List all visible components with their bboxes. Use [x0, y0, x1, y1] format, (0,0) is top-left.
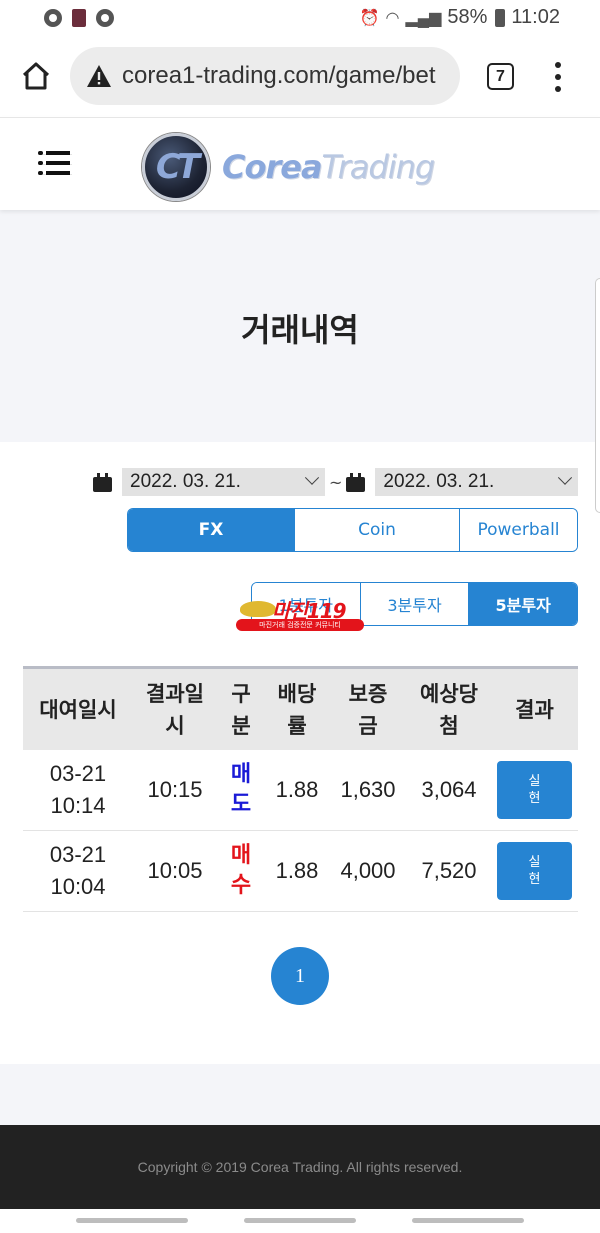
warning-icon[interactable] [86, 64, 112, 88]
rent-datetime: 03-21 10:04 [23, 839, 133, 903]
address-bar[interactable]: corea1-trading.com/game/bet [70, 47, 460, 105]
chevron-down-icon [304, 470, 320, 485]
logo-text-bold: Corea [222, 148, 323, 186]
col-rent-time: 대여일시 [39, 697, 117, 722]
site-footer: Copyright © 2019 Corea Trading. All righ… [0, 1125, 600, 1209]
calendar-icon [346, 472, 366, 492]
start-date-select[interactable]: 2022. 03. 21. [122, 468, 325, 496]
site-logo[interactable]: CT CoreaTrading [142, 133, 436, 201]
tab-coin[interactable]: Coin [294, 509, 459, 551]
rent-time: 10:04 [50, 874, 106, 899]
browser-toolbar: corea1-trading.com/game/bet 7 [0, 38, 600, 116]
end-date-value: 2022. 03. 21. [383, 471, 495, 492]
col-deposit: 보증 금 [348, 681, 388, 738]
trade-history-table: 대여일시 결과일 시 구 분 배당 률 보증 금 예상당 첨 결과 03-21 … [23, 666, 578, 912]
date-separator: ~ [329, 472, 343, 492]
status-bar: ⏰ ◠ ▂▄▆ 58% 11:02 [0, 0, 600, 38]
end-date-select[interactable]: 2022. 03. 21. [375, 468, 579, 496]
tab-fx[interactable]: FX [128, 509, 294, 551]
result-button[interactable]: 실 현 [497, 842, 572, 900]
aperture-icon [44, 9, 62, 27]
col-rate: 배당 률 [277, 681, 317, 738]
deposit: 4,000 [340, 858, 396, 883]
rate: 1.88 [275, 858, 319, 883]
alarm-icon: ⏰ [359, 9, 380, 27]
watermark-logo: 마진119 마진거래 검증전문 커뮤니티 [236, 597, 366, 633]
table-row: 03-21 10:14 10:15 매 도 1.88 1,630 3,064 실… [23, 750, 578, 831]
tab-powerball[interactable]: Powerball [459, 509, 577, 551]
start-date-value: 2022. 03. 21. [130, 471, 241, 492]
page-button-1[interactable]: 1 [271, 947, 329, 1005]
content-gap [0, 1064, 600, 1125]
logo-text-light: Trading [321, 148, 436, 186]
expected-payout: 7,520 [421, 858, 477, 883]
page-title: 거래내역 [241, 311, 359, 349]
nav-recents-button[interactable] [76, 1218, 188, 1223]
title-section: 거래내역 [0, 210, 600, 442]
result-time: 10:05 [147, 858, 203, 883]
tab-3min[interactable]: 3분투자 [359, 583, 469, 625]
signal-icon: ▂▄▆ [405, 9, 442, 27]
rent-datetime: 03-21 10:14 [23, 758, 133, 822]
expected-payout: 3,064 [421, 777, 477, 802]
table-header: 대여일시 결과일 시 구 분 배당 률 보증 금 예상당 첨 결과 [23, 666, 578, 750]
tab-5min[interactable]: 5분투자 [468, 583, 577, 625]
battery-percent: 58% [447, 6, 488, 28]
col-expected: 예상당 첨 [420, 681, 478, 738]
url-text[interactable]: corea1-trading.com/game/bet [122, 62, 436, 90]
home-icon[interactable] [20, 60, 52, 92]
date-range-filter: 2022. 03. 21. ~ 2022. 03. 21. [93, 468, 579, 496]
list-menu-icon[interactable] [38, 149, 72, 177]
logo-text: CoreaTrading [222, 148, 436, 186]
watermark-subtitle: 마진거래 검증전문 커뮤니티 [236, 619, 364, 631]
category-tabs: FX Coin Powerball [127, 508, 578, 552]
more-vert-icon[interactable] [552, 62, 564, 92]
system-nav-bar [0, 1209, 600, 1233]
nav-home-button[interactable] [244, 1218, 356, 1223]
site-header: CT CoreaTrading [0, 117, 600, 210]
calendar-icon [93, 472, 112, 492]
main-content: 2022. 03. 21. ~ 2022. 03. 21. FX Coin Po… [0, 442, 600, 1064]
chevron-down-icon [558, 470, 573, 485]
col-result: 결과 [515, 697, 554, 722]
logo-emblem: CT [142, 133, 210, 201]
battery-icon [495, 8, 506, 27]
rent-date: 03-21 [49, 842, 107, 867]
wifi-icon: ◠ [385, 9, 400, 27]
clock: 11:02 [511, 6, 560, 28]
tab-switcher-button[interactable]: 7 [487, 63, 514, 90]
scrollbar[interactable] [595, 278, 600, 513]
col-kind: 구 분 [231, 681, 251, 738]
table-row: 03-21 10:04 10:05 매 수 1.88 4,000 7,520 실… [23, 831, 578, 912]
emblem-icon [240, 601, 276, 617]
result-time: 10:15 [147, 777, 203, 802]
book-icon [72, 9, 86, 27]
nav-back-button[interactable] [412, 1218, 524, 1223]
result-button[interactable]: 실 현 [497, 761, 572, 819]
rent-time: 10:14 [50, 793, 106, 818]
kind-buy: 매 수 [230, 843, 252, 898]
rent-date: 03-21 [49, 761, 107, 786]
aperture-icon [96, 9, 114, 27]
deposit: 1,630 [340, 777, 396, 802]
rate: 1.88 [275, 777, 319, 802]
kind-sell: 매 도 [230, 762, 252, 817]
copyright-text: Copyright © 2019 Corea Trading. All righ… [137, 1159, 463, 1175]
col-result-time: 결과일 시 [146, 681, 204, 738]
